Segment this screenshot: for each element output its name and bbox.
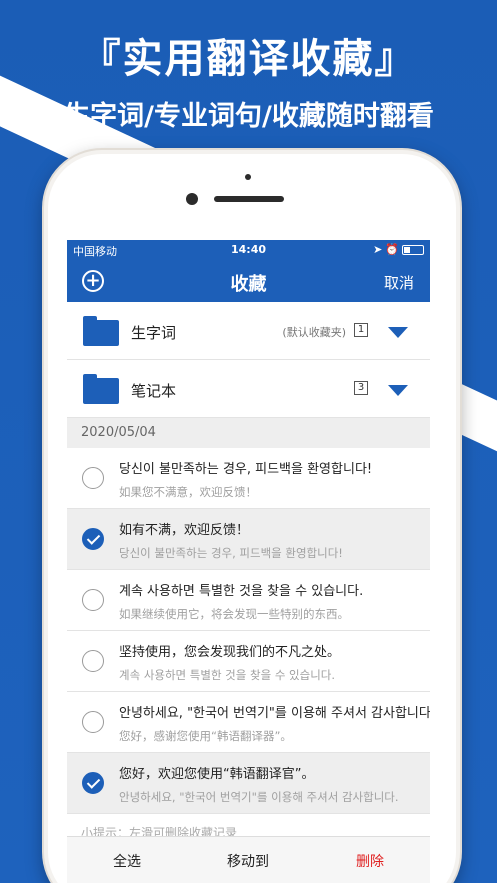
folder-row-notebook[interactable]: 笔记本 3: [67, 360, 430, 418]
nav-bar: + 收藏 取消: [67, 260, 430, 302]
folder-count-badge: 1: [354, 323, 368, 337]
checkmark-icon[interactable]: [82, 528, 104, 550]
promo-headline: 『实用翻译收藏』: [80, 36, 417, 82]
item-primary-text: 계속 사용하면 특별한 것을 찾을 수 있습니다.: [119, 584, 364, 599]
radio-icon[interactable]: [82, 650, 104, 672]
radio-icon[interactable]: [82, 711, 104, 733]
folder-icon: [83, 316, 119, 346]
checkmark-icon[interactable]: [82, 772, 104, 794]
list-item[interactable]: 您好，欢迎您使用“韩语翻译官”。 안녕하세요, "한국어 번역기"를 이용해 주…: [67, 753, 430, 814]
item-primary-text: 您好，欢迎您使用“韩语翻译官”。: [119, 767, 315, 782]
list-item[interactable]: 계속 사용하면 특별한 것을 찾을 수 있습니다. 如果继续使用它，将会发现一些…: [67, 570, 430, 631]
page-title: 收藏: [230, 274, 267, 295]
date-section-header: 2020/05/04: [67, 418, 430, 448]
list-item[interactable]: 如有不满，欢迎反馈！ 당신이 불만족하는 경우, 피드백을 환영합니다!: [67, 509, 430, 570]
app-screen: 中国移动 14:40 ➤ ⏰ + 收藏 取消 生字词 (默认收藏夹) 1 笔记本…: [67, 240, 430, 883]
item-secondary-text: 如果您不满意，欢迎反馈！: [119, 485, 257, 499]
status-icons: ➤ ⏰: [373, 243, 424, 256]
caret-down-icon[interactable]: [388, 327, 408, 338]
earpiece-speaker: [214, 196, 284, 202]
item-primary-text: 당신이 불만족하는 경우, 피드백을 환영합니다!: [119, 462, 373, 477]
select-all-button[interactable]: 全选: [113, 851, 141, 871]
item-primary-text: 如有不满，欢迎反馈！: [119, 523, 250, 538]
folder-name: 笔记本: [131, 382, 177, 400]
item-primary-text: 안녕하세요, "한국어 번역기"를 이용해 주셔서 감사합니다.: [119, 706, 430, 721]
item-secondary-text: 계속 사용하면 특별한 것을 찾을 수 있습니다.: [119, 668, 336, 682]
move-to-button[interactable]: 移动到: [227, 851, 269, 871]
list-item[interactable]: 坚持使用，您会发现我们的不凡之处。 계속 사용하면 특별한 것을 찾을 수 있습…: [67, 631, 430, 692]
folder-count-badge: 3: [354, 381, 368, 395]
radio-icon[interactable]: [82, 589, 104, 611]
front-camera-icon: [186, 193, 198, 205]
item-secondary-text: 당신이 불만족하는 경우, 피드백을 환영합니다!: [119, 546, 343, 560]
radio-icon[interactable]: [82, 467, 104, 489]
item-secondary-text: 如果继续使用它，将会发现一些特别的东西。: [119, 607, 349, 621]
folder-icon: [83, 374, 119, 404]
alarm-icon: ⏰: [385, 243, 399, 256]
bottom-action-bar: 全选 移动到 删除: [67, 836, 430, 883]
caret-down-icon[interactable]: [388, 385, 408, 396]
item-primary-text: 坚持使用，您会发现我们的不凡之处。: [119, 645, 341, 660]
cancel-button[interactable]: 取消: [384, 272, 414, 293]
delete-button[interactable]: 删除: [356, 851, 384, 871]
promo-subline: 生字词/专业词句/收藏随时翻看: [63, 101, 434, 132]
status-bar: 中国移动 14:40 ➤ ⏰: [67, 240, 430, 260]
list-item[interactable]: 당신이 불만족하는 경우, 피드백을 환영합니다! 如果您不满意，欢迎反馈！: [67, 448, 430, 509]
item-secondary-text: 안녕하세요, "한국어 번역기"를 이용해 주셔서 감사합니다.: [119, 790, 399, 804]
location-icon: ➤: [373, 243, 383, 256]
battery-icon: [402, 244, 424, 255]
item-secondary-text: 您好，感谢您使用“韩语翻译器”。: [119, 729, 292, 743]
folder-default-note: (默认收藏夹): [282, 326, 346, 339]
folder-name: 生字词: [131, 324, 177, 342]
folder-row-vocabulary[interactable]: 生字词 (默认收藏夹) 1: [67, 302, 430, 360]
proximity-sensor: [245, 174, 251, 180]
list-item[interactable]: 안녕하세요, "한국어 번역기"를 이용해 주셔서 감사합니다. 您好，感谢您使…: [67, 692, 430, 753]
